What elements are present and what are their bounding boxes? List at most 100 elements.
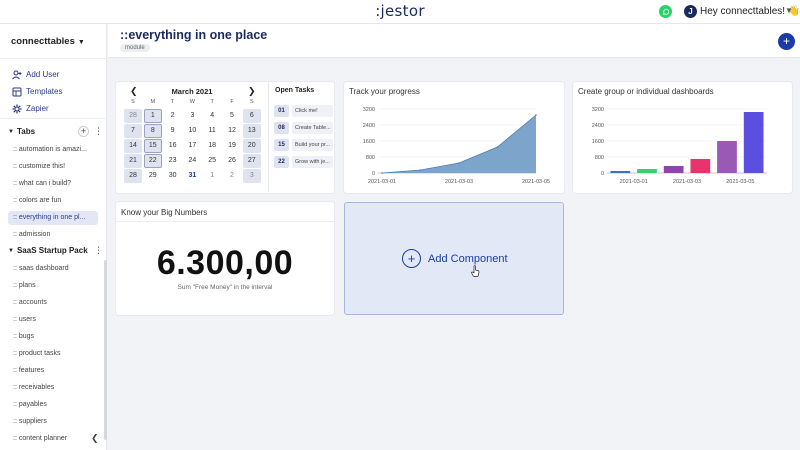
sidebar-item-features[interactable]: :: features [8,364,98,378]
calendar-day[interactable]: 31 [183,169,201,183]
calendar-day[interactable]: 24 [183,154,201,168]
calendar-day[interactable]: 18 [203,139,221,153]
collapse-sidebar-icon[interactable]: ❮ [91,433,99,444]
calendar-day[interactable]: 9 [164,124,182,138]
add-tab-button[interactable]: + [78,126,89,137]
task-item[interactable]: 01 Click me! [274,104,333,118]
bar[interactable] [743,112,764,173]
divider [268,82,269,192]
calendar-day[interactable]: 25 [203,154,221,168]
calendar-day[interactable]: 15 [143,139,162,153]
app-logo[interactable]: :jestor [0,2,800,20]
calendar-day[interactable]: 4 [203,109,221,123]
sidebar-item-bugs[interactable]: :: bugs [8,330,98,344]
calendar-day[interactable]: 26 [223,154,241,168]
calendar-day[interactable]: 14 [124,139,142,153]
calendar-day[interactable]: 2 [164,109,182,123]
task-text: Build your pr... [292,139,333,151]
calendar-day[interactable]: 10 [183,124,201,138]
calendar-day[interactable]: 30 [164,169,182,183]
calendar-day[interactable]: 3 [183,109,201,123]
calendar-day[interactable]: 23 [164,154,182,168]
calendar-day[interactable]: 5 [223,109,241,123]
task-item[interactable]: 08 Create Table... [274,121,333,135]
calendar-day[interactable]: 17 [183,139,201,153]
tabs-section-header[interactable]: ▼ Tabs [8,127,35,136]
big-numbers-card: Know your Big Numbers 6.300,00 Sum "Free… [116,202,334,315]
calendar-day[interactable]: 29 [144,169,162,183]
calendar-day[interactable]: 19 [223,139,241,153]
page-title: ::everything in one place [120,28,268,42]
calendar-day[interactable]: 3 [242,169,261,183]
calendar-day[interactable]: 21 [124,154,142,168]
chevron-down-icon[interactable]: ▼ [785,6,793,15]
calendar-day[interactable]: 28 [124,109,142,123]
calendar-day[interactable]: 22 [143,154,162,168]
add-user-button[interactable]: Add User [11,69,59,80]
sidebar-item-payables[interactable]: :: payables [8,398,98,412]
templates-button[interactable]: Templates [11,86,62,97]
pack-section-header[interactable]: ▼ SaaS Startup Pack [8,246,88,255]
calendar-day[interactable]: 27 [242,154,261,168]
kebab-menu-icon[interactable]: ⋮ [94,246,103,255]
bar[interactable] [610,171,631,173]
weekday-label: T [210,99,214,105]
sidebar-item-content-planner[interactable]: :: content planner [8,432,98,446]
task-day-badge: 01 [274,105,289,117]
calendar-day[interactable]: 28 [124,169,142,183]
x-tick-label: 2021-03-03 [445,179,473,185]
calendar-day[interactable]: 12 [223,124,241,138]
task-item[interactable]: 22 Grow with je... [274,155,333,169]
calendar-day[interactable]: 6 [242,109,261,123]
calendar-day[interactable]: 11 [203,124,221,138]
sidebar-item-saas-dashboard[interactable]: :: saas dashboard [8,262,98,276]
big-number-value: 6.300,00 [156,244,294,282]
chevron-right-icon[interactable]: ❯ [248,86,256,97]
bar[interactable] [637,169,657,173]
calendar-day[interactable]: 16 [164,139,182,153]
module-tag: module [120,44,150,52]
group-chart-card: Create group or individual dashboards 32… [573,82,792,193]
sidebar-item-receivables[interactable]: :: receivables [8,381,98,395]
workspace-selector[interactable]: connecttables ▼ [11,36,85,47]
y-tick-label: 800 [366,155,375,161]
divider [0,58,107,59]
bar[interactable] [690,159,711,173]
divider [0,118,107,119]
sidebar-item-plans[interactable]: :: plans [8,279,98,293]
calendar-day[interactable]: 20 [242,139,261,153]
add-component-card[interactable]: + Add Component [344,202,564,315]
sidebar-item-everything[interactable]: :: everything in one pl... [8,211,98,225]
calendar-day[interactable]: 1 [143,109,162,123]
sidebar-item-product-tasks[interactable]: :: product tasks [8,347,98,361]
calendar-day[interactable]: 8 [143,124,162,138]
task-item[interactable]: 15 Build your pr... [274,138,333,152]
series-area [382,115,536,173]
calendar-day[interactable]: 7 [124,124,142,138]
whatsapp-icon[interactable] [659,5,672,18]
sidebar-scrollbar[interactable] [104,260,107,440]
sidebar-item-admission[interactable]: :: admission [8,228,98,242]
sidebar-item-colors[interactable]: :: colors are fun [8,194,98,208]
sidebar-item-accounts[interactable]: :: accounts [8,296,98,310]
sidebar-item-automation[interactable]: :: automation is amazi... [8,143,98,157]
sidebar-item-customize[interactable]: :: customize this! [8,160,98,174]
zapier-button[interactable]: Zapier [11,103,49,114]
sidebar-item-suppliers[interactable]: :: suppliers [8,415,98,429]
kebab-menu-icon[interactable]: ⋮ [94,127,103,136]
add-button[interactable]: + [778,33,795,50]
bar[interactable] [663,166,684,173]
task-day-badge: 22 [274,156,289,168]
y-tick-label: 800 [595,155,604,161]
sidebar-item-what-can-i-build[interactable]: :: what can i build? [8,177,98,191]
sidebar-item-users[interactable]: :: users [8,313,98,327]
triangle-down-icon: ▼ [8,128,14,135]
bar[interactable] [717,141,737,173]
calendar-day[interactable]: 1 [203,169,221,183]
calendar-day[interactable]: 13 [242,124,261,138]
page-header: ::everything in one place module + [108,24,800,58]
avatar[interactable]: J [684,5,697,18]
calendar-day[interactable]: 2 [223,169,241,183]
add-component-button[interactable]: + Add Component [402,249,508,268]
group-bar-chart: 3200 2400 1600 800 0 2021-03-01 2021-03-03 2021… [592,107,767,185]
